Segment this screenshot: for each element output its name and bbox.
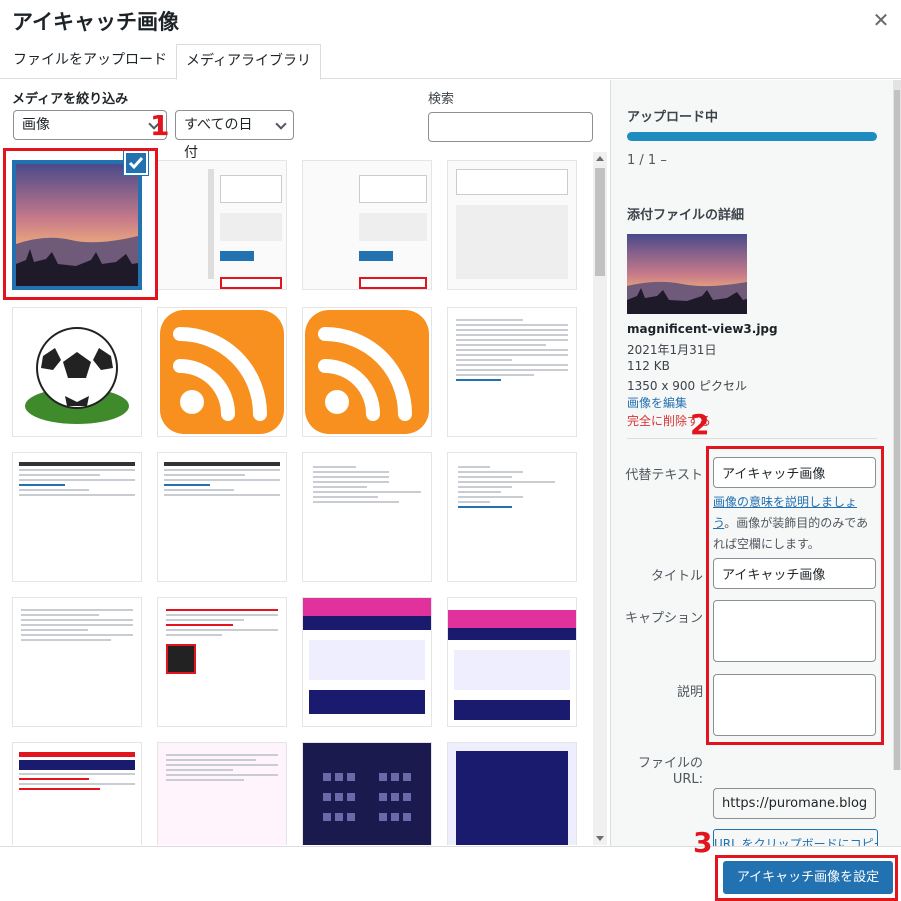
attachment-seat-map-2[interactable] xyxy=(447,742,577,845)
annotation-marker-2: 2 xyxy=(690,408,710,441)
annotation-marker-1: 1 xyxy=(150,109,170,142)
seat-map-image xyxy=(323,773,411,821)
annotation-box-2 xyxy=(706,446,884,745)
grid-scrollbar[interactable] xyxy=(593,152,607,845)
annotation-box-3 xyxy=(715,855,898,901)
modal-header: アイキャッチ画像 ✕ xyxy=(0,0,901,44)
attachment-rss[interactable] xyxy=(157,307,287,437)
annotation-marker-3: 3 xyxy=(693,826,713,859)
attachment-ticket-site[interactable] xyxy=(302,597,432,727)
attachment-settings-form[interactable] xyxy=(12,597,142,727)
edit-image-link[interactable]: 画像を編集 xyxy=(627,394,687,411)
attachment-covid-notice[interactable] xyxy=(12,742,142,845)
alt-text-label: 代替テキスト xyxy=(625,468,703,483)
attachment-soccer-ball[interactable] xyxy=(12,307,142,437)
modal-title: アイキャッチ画像 xyxy=(12,10,179,34)
upload-progress-fill xyxy=(627,132,877,141)
tab-upload-files[interactable]: ファイルをアップロード xyxy=(4,44,176,79)
sidebar-scroll-thumb[interactable] xyxy=(894,90,900,770)
attachment-editor-screenshot-2[interactable] xyxy=(302,160,432,290)
tab-media-library[interactable]: メディアライブラリ xyxy=(176,44,322,80)
attachment-media-settings[interactable] xyxy=(447,452,577,582)
description-label: 説明 xyxy=(676,685,703,700)
attachment-privacy-screenshot[interactable] xyxy=(447,307,577,437)
title-label: タイトル xyxy=(650,569,703,584)
attachment-date: 2021年1月31日 xyxy=(627,343,717,357)
attachment-qr-page[interactable] xyxy=(157,597,287,727)
media-type-value: 画像 xyxy=(22,117,50,133)
rss-icon xyxy=(305,310,429,434)
close-icon[interactable]: ✕ xyxy=(871,10,891,30)
grid-scroll-thumb[interactable] xyxy=(595,168,605,276)
media-type-select[interactable]: 画像 xyxy=(13,110,167,140)
attachment-featured-screenshot[interactable] xyxy=(447,160,577,290)
attachment-pink-page[interactable] xyxy=(157,742,287,845)
uploading-heading: アップロード中 xyxy=(627,110,719,125)
screenshot-panel xyxy=(208,169,286,289)
search-label: 検索 xyxy=(428,92,455,107)
sidebar-divider xyxy=(627,438,877,439)
attachment-seat-map[interactable] xyxy=(302,742,432,845)
date-filter-select[interactable]: すべての日付 xyxy=(175,110,294,161)
attachment-text-screenshot[interactable] xyxy=(12,452,142,582)
soccer-ball-icon xyxy=(25,327,129,424)
file-url-label-line1: ファイルの xyxy=(637,756,703,771)
upload-count: 1 / 1 – xyxy=(627,153,667,168)
attachment-size: 112 KB xyxy=(627,359,670,373)
scroll-up-icon[interactable] xyxy=(596,156,604,161)
attachment-form-screenshot[interactable] xyxy=(302,452,432,582)
attachment-filename: magnificent-view3.jpg xyxy=(627,322,778,336)
rss-icon xyxy=(160,310,284,434)
attachment-rss-2[interactable] xyxy=(302,307,432,437)
caption-label: キャプション xyxy=(624,611,703,626)
filter-heading: メディアを絞り込み xyxy=(12,92,129,107)
attachment-text-screenshot-2[interactable] xyxy=(157,452,287,582)
attachment-editor-screenshot[interactable] xyxy=(157,160,287,290)
annotation-box-1 xyxy=(3,148,158,300)
file-url-field[interactable] xyxy=(713,788,876,819)
scroll-down-icon[interactable] xyxy=(596,836,604,841)
sidebar-scrollbar[interactable] xyxy=(893,80,901,770)
search-input[interactable] xyxy=(428,112,593,142)
file-url-label: ファイルの URL: xyxy=(611,756,703,788)
screenshot-panel xyxy=(353,169,431,289)
attachment-cinema-site[interactable] xyxy=(447,597,577,727)
chevron-down-icon xyxy=(275,118,287,130)
attachment-dimensions: 1350 x 900 ピクセル xyxy=(627,379,747,393)
modal-tabs: ファイルをアップロード メディアライブラリ xyxy=(0,44,901,80)
upload-progress-bar xyxy=(627,132,877,141)
media-filter-bar: メディアを絞り込み 画像 すべての日付 検索 xyxy=(0,80,610,161)
attachment-preview xyxy=(627,234,747,314)
file-url-label-line2: URL: xyxy=(672,772,703,787)
details-heading: 添付ファイルの詳細 xyxy=(627,208,745,223)
